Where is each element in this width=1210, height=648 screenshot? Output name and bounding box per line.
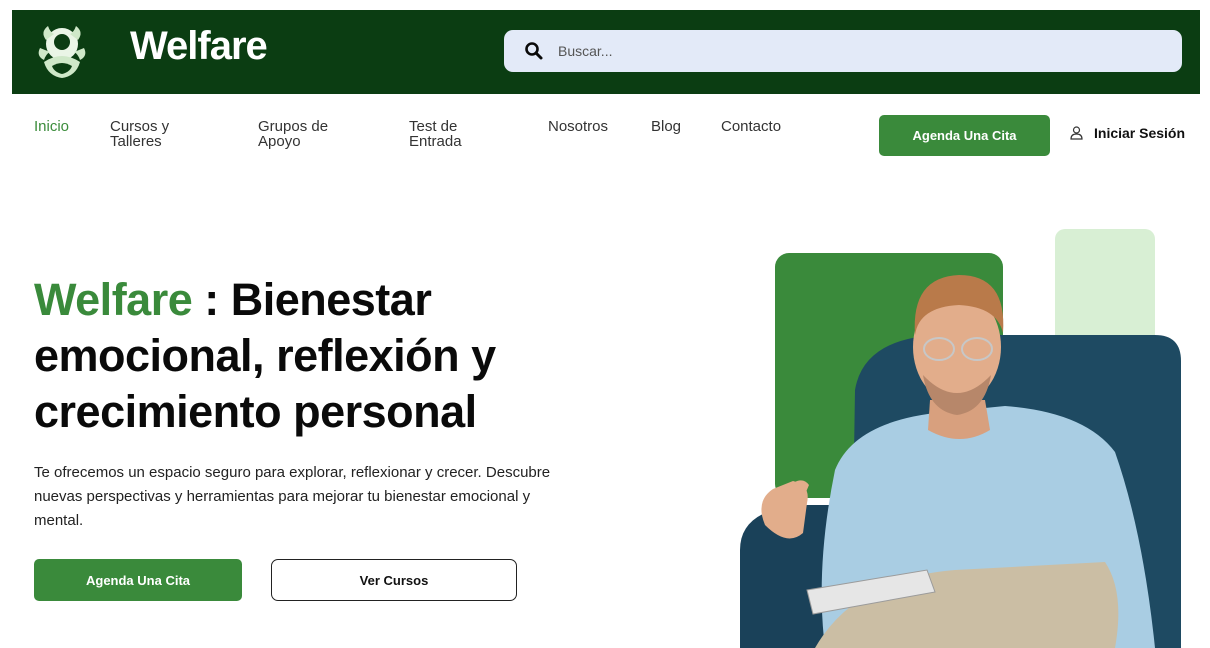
logo-emblem-icon[interactable] [34,22,90,82]
nav-item-inicio[interactable]: Inicio [34,119,69,134]
nav-item-nosotros[interactable]: Nosotros [548,119,608,134]
logo-wordmark[interactable]: Welfare [130,24,268,69]
nav-item-blog[interactable]: Blog [651,119,681,134]
nav-item-label: Talleres [110,133,162,150]
hero-therapist-image [740,229,1181,648]
hero-description: Te ofrecemos un espacio seguro para expl… [34,464,551,529]
nav-item-label: Grupos de [258,118,329,135]
search-icon[interactable] [524,41,544,61]
agenda-cita-header-button[interactable]: Agenda Una Cita [879,115,1050,156]
search-bar[interactable] [504,30,1182,72]
nav-item-test-entrada[interactable]: Test de Entrada [409,119,462,149]
hero-title: Welfare : Bienestar emocional, reflexión… [34,272,634,440]
nav-item-label: Apoyo [258,133,301,150]
agenda-cita-button[interactable]: Agenda Una Cita [34,559,242,601]
search-input[interactable] [558,30,1158,72]
nav-item-label: Entrada [409,133,462,150]
nav-item-grupos-apoyo[interactable]: Grupos de Apoyo [258,119,328,149]
nav-item-label: Test de [409,118,458,135]
login-label: Iniciar Sesión [1094,125,1186,141]
hero-title-brand: Welfare [34,274,193,325]
login-link[interactable]: Iniciar Sesión [1070,125,1185,141]
user-icon [1070,126,1083,140]
top-header: Welfare [12,10,1200,94]
nav-item-label: Cursos y [110,118,170,135]
nav-item-contacto[interactable]: Contacto [721,119,781,134]
nav-item-cursos-talleres[interactable]: Cursos y Talleres [110,119,169,149]
ver-cursos-button[interactable]: Ver Cursos [271,559,517,601]
